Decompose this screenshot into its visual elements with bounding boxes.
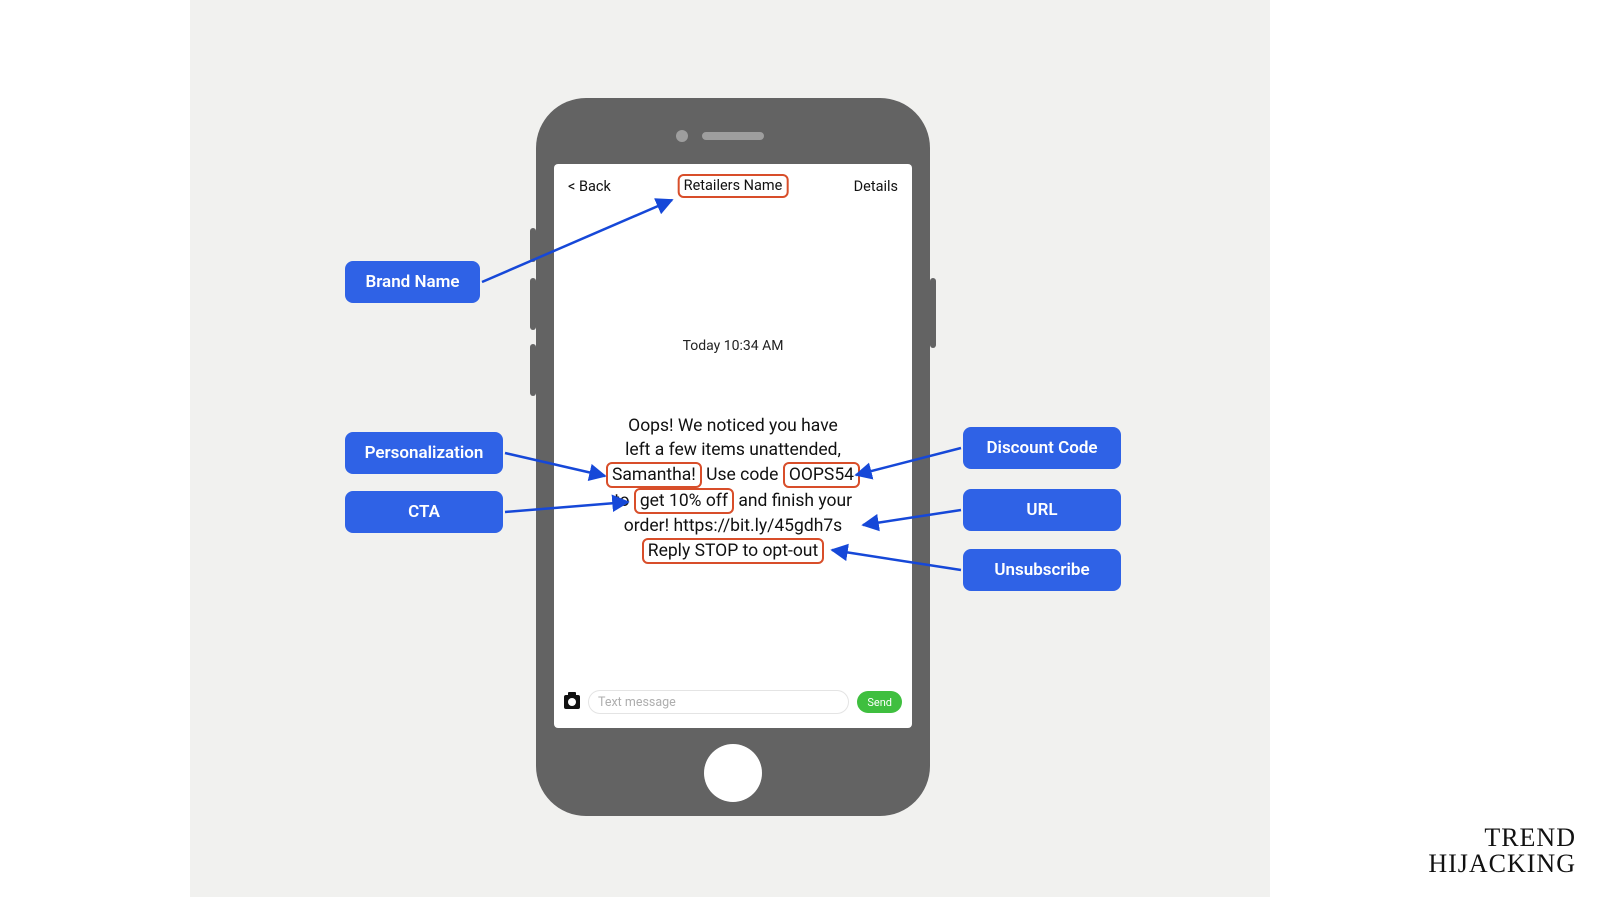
- callout-brand-name: Brand Name: [345, 261, 480, 303]
- camera-icon[interactable]: [564, 695, 580, 709]
- footer-brand-line2: HIJACKING: [1428, 851, 1576, 877]
- callout-personalization: Personalization: [345, 432, 503, 474]
- callout-unsubscribe: Unsubscribe: [963, 549, 1121, 591]
- msg-text: order!: [624, 516, 674, 536]
- messages-header: < Back Retailers Name Details: [554, 164, 912, 208]
- msg-line: left a few items unattended,: [588, 438, 878, 462]
- msg-line: Samantha! Use code OOPS54: [588, 462, 878, 488]
- phone-side-button: [530, 344, 536, 396]
- send-button[interactable]: Send: [857, 691, 902, 713]
- phone-camera-icon: [676, 130, 688, 142]
- phone-side-button: [930, 278, 936, 348]
- phone-side-button: [530, 228, 536, 262]
- highlight-personalization: Samantha!: [606, 462, 702, 488]
- msg-text: Use code: [702, 465, 783, 485]
- highlight-url: https://bit.ly/45gdh7s: [673, 516, 842, 536]
- highlight-discount-code: OOPS54: [783, 462, 860, 488]
- diagram-canvas: < Back Retailers Name Details Today 10:3…: [0, 0, 1600, 897]
- phone-screen: < Back Retailers Name Details Today 10:3…: [554, 164, 912, 728]
- back-button[interactable]: < Back: [568, 178, 611, 195]
- footer-brand-line1: TREND: [1428, 825, 1576, 851]
- details-button[interactable]: Details: [854, 178, 898, 195]
- msg-text: and finish your: [734, 491, 852, 511]
- text-message-input[interactable]: Text message: [588, 690, 849, 714]
- contact-name: Retailers Name: [678, 174, 789, 198]
- sms-message-body: Oops! We noticed you have left a few ite…: [554, 414, 912, 564]
- highlight-unsubscribe: Reply STOP to opt-out: [642, 538, 824, 564]
- msg-line: to get 10% off and finish your: [588, 488, 878, 514]
- message-timestamp: Today 10:34 AM: [554, 338, 912, 354]
- phone-side-button: [530, 278, 536, 330]
- msg-line: order! https://bit.ly/45gdh7s: [588, 514, 878, 538]
- msg-line: Reply STOP to opt-out: [588, 538, 878, 564]
- msg-line: Oops! We noticed you have: [588, 414, 878, 438]
- phone-mockup: < Back Retailers Name Details Today 10:3…: [536, 98, 930, 816]
- callout-cta: CTA: [345, 491, 503, 533]
- phone-home-button: [704, 744, 762, 802]
- footer-brand: TREND HIJACKING: [1428, 825, 1576, 877]
- message-input-bar: Text message Send: [554, 682, 912, 728]
- callout-discount-code: Discount Code: [963, 427, 1121, 469]
- phone-speaker-icon: [702, 132, 764, 140]
- msg-text: to: [614, 491, 634, 511]
- callout-url: URL: [963, 489, 1121, 531]
- highlight-cta: get 10% off: [634, 488, 734, 514]
